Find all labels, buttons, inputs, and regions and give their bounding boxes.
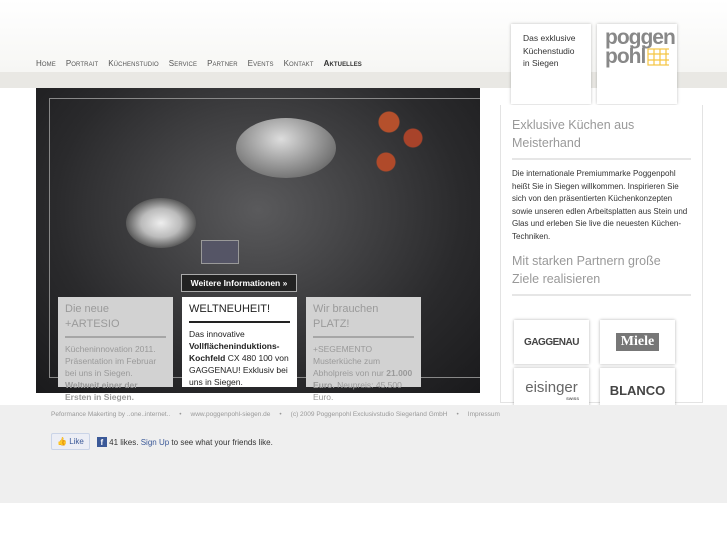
like-label: Like (69, 437, 84, 446)
teaser-title: Wir brauchen PLATZ! (313, 302, 414, 338)
facebook-icon: f (96, 436, 107, 447)
nav-kontakt[interactable]: Kontakt (284, 59, 314, 68)
signup-link[interactable]: Sign Up (141, 438, 169, 447)
teaser-title: WELTNEUHEIT! (189, 302, 290, 323)
nav-service[interactable]: Service (169, 59, 197, 68)
footer-links: Peformance Makerting by ..one..internet.… (51, 411, 500, 418)
brand-gaggenau[interactable]: GAGGENAU (514, 320, 589, 364)
eisinger-swiss: SWISS (566, 396, 579, 401)
pot-image (126, 198, 196, 248)
brand-miele[interactable]: Miele (600, 320, 675, 364)
eisinger-logo: eisinger (525, 379, 578, 396)
separator: • (279, 411, 282, 418)
separator: • (456, 411, 459, 418)
teaser-text: Das innovative (189, 329, 245, 339)
teaser-text: Kücheninnovation 2011. Präsentation im F… (65, 344, 157, 378)
logo-line2: pohl (605, 45, 646, 68)
teaser-weltneuheit[interactable]: WELTNEUHEIT! Das innovative Vollflächeni… (182, 297, 297, 387)
nav-partner[interactable]: Partner (207, 59, 238, 68)
teaser-title: Die neue +ARTESIO (65, 302, 166, 338)
like-button[interactable]: 👍 Like (51, 433, 90, 450)
nav-kuechenstudio[interactable]: Küchenstudio (108, 59, 159, 68)
main-nav: Home Portrait Küchenstudio Service Partn… (36, 59, 362, 68)
footer-link-impressum[interactable]: Impressum (468, 411, 500, 418)
sidebar-heading: Exklusive Küchen aus Meisterhand (512, 116, 691, 160)
logo-grid-icon (647, 47, 669, 66)
miele-logo: Miele (615, 333, 660, 351)
control-panel-image (201, 240, 239, 264)
pan-lid-image (236, 118, 336, 178)
teaser-artesio[interactable]: Die neue +ARTESIO Kücheninnovation 2011.… (58, 297, 173, 402)
tagline: Das exklusive Küchenstudio in Siegen (511, 24, 591, 104)
like-count: 41 likes. (109, 437, 139, 447)
thumbs-up-icon: 👍 (57, 437, 67, 446)
poggenpohl-logo[interactable]: poggen pohl (597, 24, 677, 104)
facebook-like-widget: 👍 Like f 41 likes. Sign Up to see what y… (51, 433, 273, 450)
nav-aktuelles[interactable]: Aktuelles (324, 59, 362, 68)
nav-portrait[interactable]: Portrait (66, 59, 98, 68)
nav-home[interactable]: Home (36, 59, 56, 68)
separator: • (179, 411, 182, 418)
nav-events[interactable]: Events (248, 59, 274, 68)
teaser-text: +SEGEMENTO Musterküche zum Abholpreis vo… (313, 344, 384, 378)
sidebar-text: Die internationale Premiummarke Poggenpo… (512, 169, 688, 241)
footer-link-website[interactable]: www.poggenpohl-siegen.de (191, 411, 271, 418)
footer (0, 405, 727, 503)
like-text: to see what your friends like. (171, 437, 273, 447)
footer-link-agency[interactable]: Peformance Makerting by ..one..internet.… (51, 411, 170, 418)
more-info-button[interactable]: Weitere Informationen » (181, 274, 297, 292)
teaser-platz[interactable]: Wir brauchen PLATZ! +SEGEMENTO Musterküc… (306, 297, 421, 402)
teaser-bold: Weltweit einer der Ersten in Siegen. (65, 380, 138, 402)
vegetables-image (371, 98, 431, 178)
copyright: (c) 2009 Poggenpohl Exclusivstudio Siege… (290, 411, 448, 418)
sidebar-heading: Mit starken Partnern große Ziele realisi… (512, 252, 691, 296)
